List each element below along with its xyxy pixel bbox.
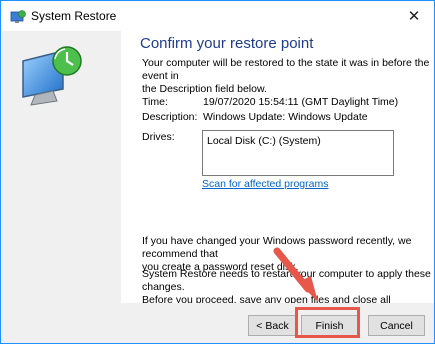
close-button[interactable]: ✕ [394,1,434,31]
finish-highlight-box [295,307,360,338]
drives-list[interactable]: Local Disk (C:) (System) [202,130,394,176]
time-value: 19/07/2020 15:54:11 (GMT Daylight Time) [203,96,399,108]
intro-text: Your computer will be restored to the st… [142,57,430,95]
system-restore-hero-icon [22,46,82,106]
scan-affected-programs-link[interactable]: Scan for affected programs [202,178,328,190]
description-value: Windows Update: Windows Update [203,111,368,123]
time-label: Time: [142,96,168,108]
system-restore-icon [10,10,26,23]
window-title: System Restore [31,9,117,23]
system-restore-window: System Restore ✕ Confirm your restore po… [0,0,435,344]
side-panel [1,31,121,303]
page-title: Confirm your restore point [140,35,314,52]
title-bar: System Restore ✕ [1,1,434,31]
drives-label: Drives: [142,131,175,143]
back-button[interactable]: < Back [248,315,297,336]
description-label: Description: [142,111,198,123]
button-bar: < Back Finish Cancel [1,303,434,343]
drive-item[interactable]: Local Disk (C:) (System) [207,135,321,147]
close-icon: ✕ [407,8,421,25]
cancel-button[interactable]: Cancel [368,315,425,336]
